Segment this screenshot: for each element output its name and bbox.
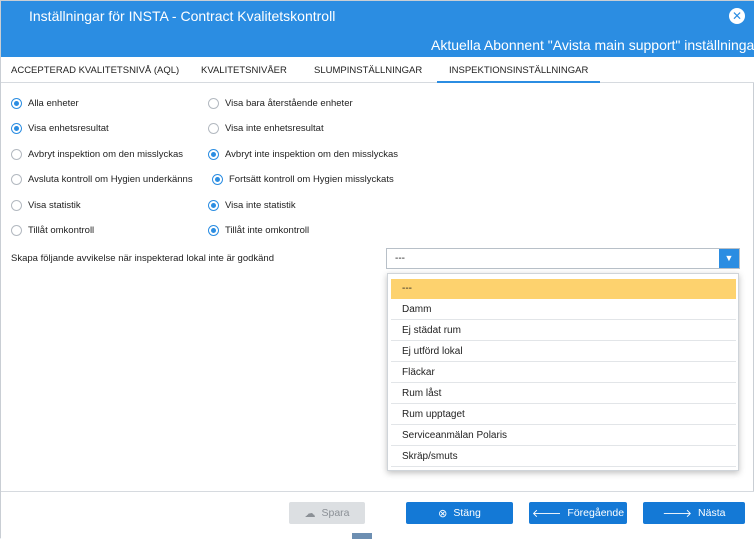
option-visa-bara-aterstaende[interactable]: Visa bara återstående enheter — [208, 98, 353, 109]
dialog-title: Inställningar för INSTA - Contract Kvali… — [29, 8, 336, 24]
option-avsluta-kontroll-hygien[interactable]: Avsluta kontroll om Hygien underkänns — [11, 174, 193, 185]
deviation-dropdown-list: --- Damm Ej städat rum Ej utförd lokal F… — [387, 273, 739, 471]
close-button[interactable]: ⊗ Stäng — [406, 502, 513, 524]
option-label: Visa inte enhetsresultat — [225, 123, 324, 134]
dropdown-item[interactable]: --- — [391, 279, 736, 299]
scroll-handle[interactable] — [352, 533, 372, 539]
radio-button[interactable] — [208, 149, 219, 160]
next-label: Nästa — [698, 507, 726, 519]
dropdown-item[interactable]: Ej utförd lokal — [391, 342, 736, 362]
option-label: Tillåt inte omkontroll — [225, 225, 310, 236]
tab-slumpinstallningar[interactable]: SLUMPINSTÄLLNINGAR — [314, 65, 422, 82]
dropdown-item[interactable]: Skräp/smuts — [391, 447, 736, 467]
radio-button[interactable] — [11, 98, 22, 109]
tab-bar: ACCEPTERAD KVALITETSNIVÅ (AQL) KVALITETS… — [1, 57, 754, 83]
deviation-select[interactable]: --- ▼ — [386, 248, 740, 269]
option-visa-inte-statistik[interactable]: Visa inte statistik — [208, 200, 296, 211]
settings-dialog: Inställningar för INSTA - Contract Kvali… — [0, 0, 754, 539]
radio-button[interactable] — [11, 225, 22, 236]
option-label: Avbryt inspektion om den misslyckas — [28, 149, 184, 160]
radio-button[interactable] — [11, 174, 22, 185]
subtitle-bar: Aktuella Abonnent "Avista main support" … — [1, 31, 754, 57]
option-label: Visa bara återstående enheter — [225, 98, 353, 109]
radio-button[interactable] — [11, 200, 22, 211]
select-value: --- — [395, 253, 405, 264]
option-visa-inte-enhetsresultat[interactable]: Visa inte enhetsresultat — [208, 123, 324, 134]
radio-button[interactable] — [208, 98, 219, 109]
option-fortsatt-kontroll-hygien[interactable]: Fortsätt kontroll om Hygien misslyckats — [212, 174, 394, 185]
dropdown-item[interactable]: Damm — [391, 300, 736, 320]
tab-kvalitetsnivaer[interactable]: KVALITETSNIVÅER — [201, 65, 287, 82]
dialog-subtitle: Aktuella Abonnent "Avista main support" … — [431, 37, 754, 53]
option-tillat-omkontroll[interactable]: Tillåt omkontroll — [11, 225, 94, 236]
radio-button[interactable] — [208, 225, 219, 236]
tab-inspektionsinstallningar[interactable]: INSPEKTIONSINSTÄLLNINGAR — [437, 65, 601, 83]
radio-button[interactable] — [212, 174, 223, 185]
option-label: Tillåt omkontroll — [28, 225, 95, 236]
previous-label: Föregående — [567, 507, 625, 519]
option-visa-statistik[interactable]: Visa statistik — [11, 200, 81, 211]
option-visa-enhetsresultat[interactable]: Visa enhetsresultat — [11, 123, 109, 134]
close-circle-icon: ⊗ — [438, 507, 448, 520]
option-tillat-inte-omkontroll[interactable]: Tillåt inte omkontroll — [208, 225, 309, 236]
radio-button[interactable] — [11, 123, 22, 134]
dropdown-item[interactable]: Rum låst — [391, 384, 736, 404]
dropdown-item[interactable]: Fläckar — [391, 363, 736, 383]
option-label: Avbryt inte inspektion om den misslyckas — [225, 149, 399, 160]
chevron-down-icon[interactable]: ▼ — [719, 249, 739, 268]
option-label: Visa inte statistik — [225, 200, 296, 211]
save-button[interactable]: ☁ Spara — [289, 502, 365, 524]
option-label: Fortsätt kontroll om Hygien misslyckats — [229, 174, 394, 185]
option-alla-enheter[interactable]: Alla enheter — [11, 98, 79, 109]
option-label: Visa enhetsresultat — [28, 123, 109, 134]
option-label: Alla enheter — [28, 98, 79, 109]
option-label: Avsluta kontroll om Hygien underkänns — [28, 174, 193, 185]
radio-button[interactable] — [11, 149, 22, 160]
cloud-upload-icon: ☁ — [304, 507, 316, 520]
dialog-footer: ☁ Spara ⊗ Stäng 🡐 Föregående 🡒 Nästa — [1, 491, 754, 539]
option-avbryt-inte-inspektion[interactable]: Avbryt inte inspektion om den misslyckas — [208, 149, 398, 160]
arrow-left-icon: 🡐 — [531, 508, 562, 520]
radio-button[interactable] — [208, 200, 219, 211]
next-button[interactable]: 🡒 Nästa — [643, 502, 745, 524]
radio-button[interactable] — [208, 123, 219, 134]
dropdown-item[interactable]: Ej städat rum — [391, 321, 736, 341]
option-avbryt-inspektion[interactable]: Avbryt inspektion om den misslyckas — [11, 149, 183, 160]
deviation-label: Skapa följande avvikelse när inspekterad… — [11, 253, 274, 264]
arrow-right-icon: 🡒 — [662, 508, 693, 520]
close-icon[interactable]: ✕ — [729, 8, 745, 24]
dropdown-item[interactable]: Rum upptaget — [391, 405, 736, 425]
previous-button[interactable]: 🡐 Föregående — [529, 502, 627, 524]
option-label: Visa statistik — [28, 200, 81, 211]
title-bar: Inställningar för INSTA - Contract Kvali… — [1, 1, 754, 31]
dropdown-item[interactable]: Serviceanmälan Polaris — [391, 426, 736, 446]
tab-aql[interactable]: ACCEPTERAD KVALITETSNIVÅ (AQL) — [11, 65, 179, 82]
save-label: Spara — [321, 507, 350, 519]
close-label: Stäng — [453, 507, 481, 519]
